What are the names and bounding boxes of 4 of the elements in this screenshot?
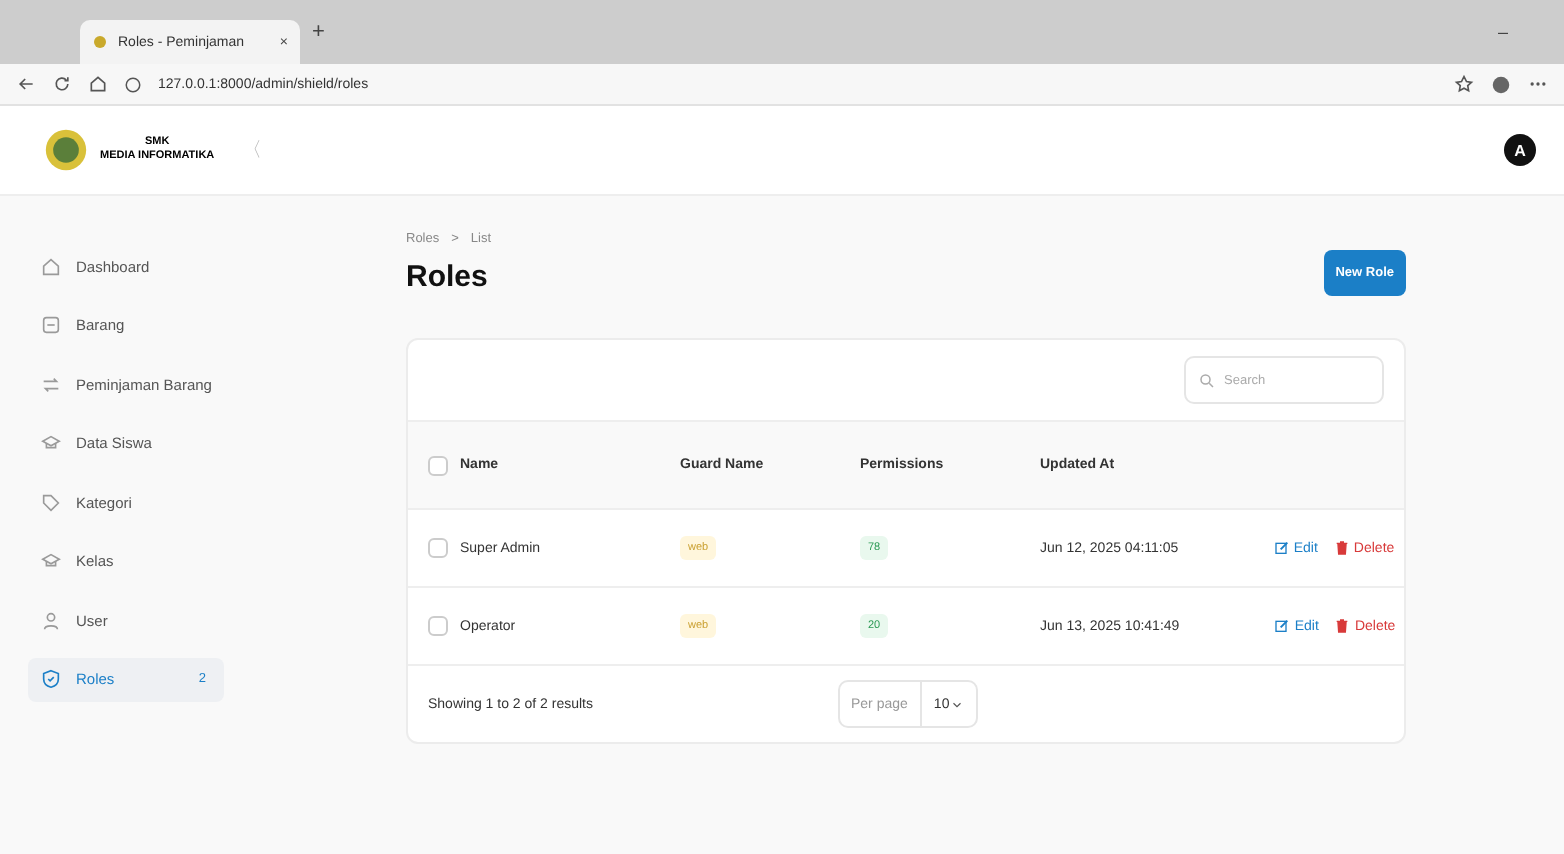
avatar-button[interactable]: A [1504, 134, 1536, 166]
new-tab-button[interactable]: + [312, 20, 325, 44]
minimize-button[interactable]: – [1497, 22, 1508, 42]
page-title: Roles [406, 260, 488, 294]
